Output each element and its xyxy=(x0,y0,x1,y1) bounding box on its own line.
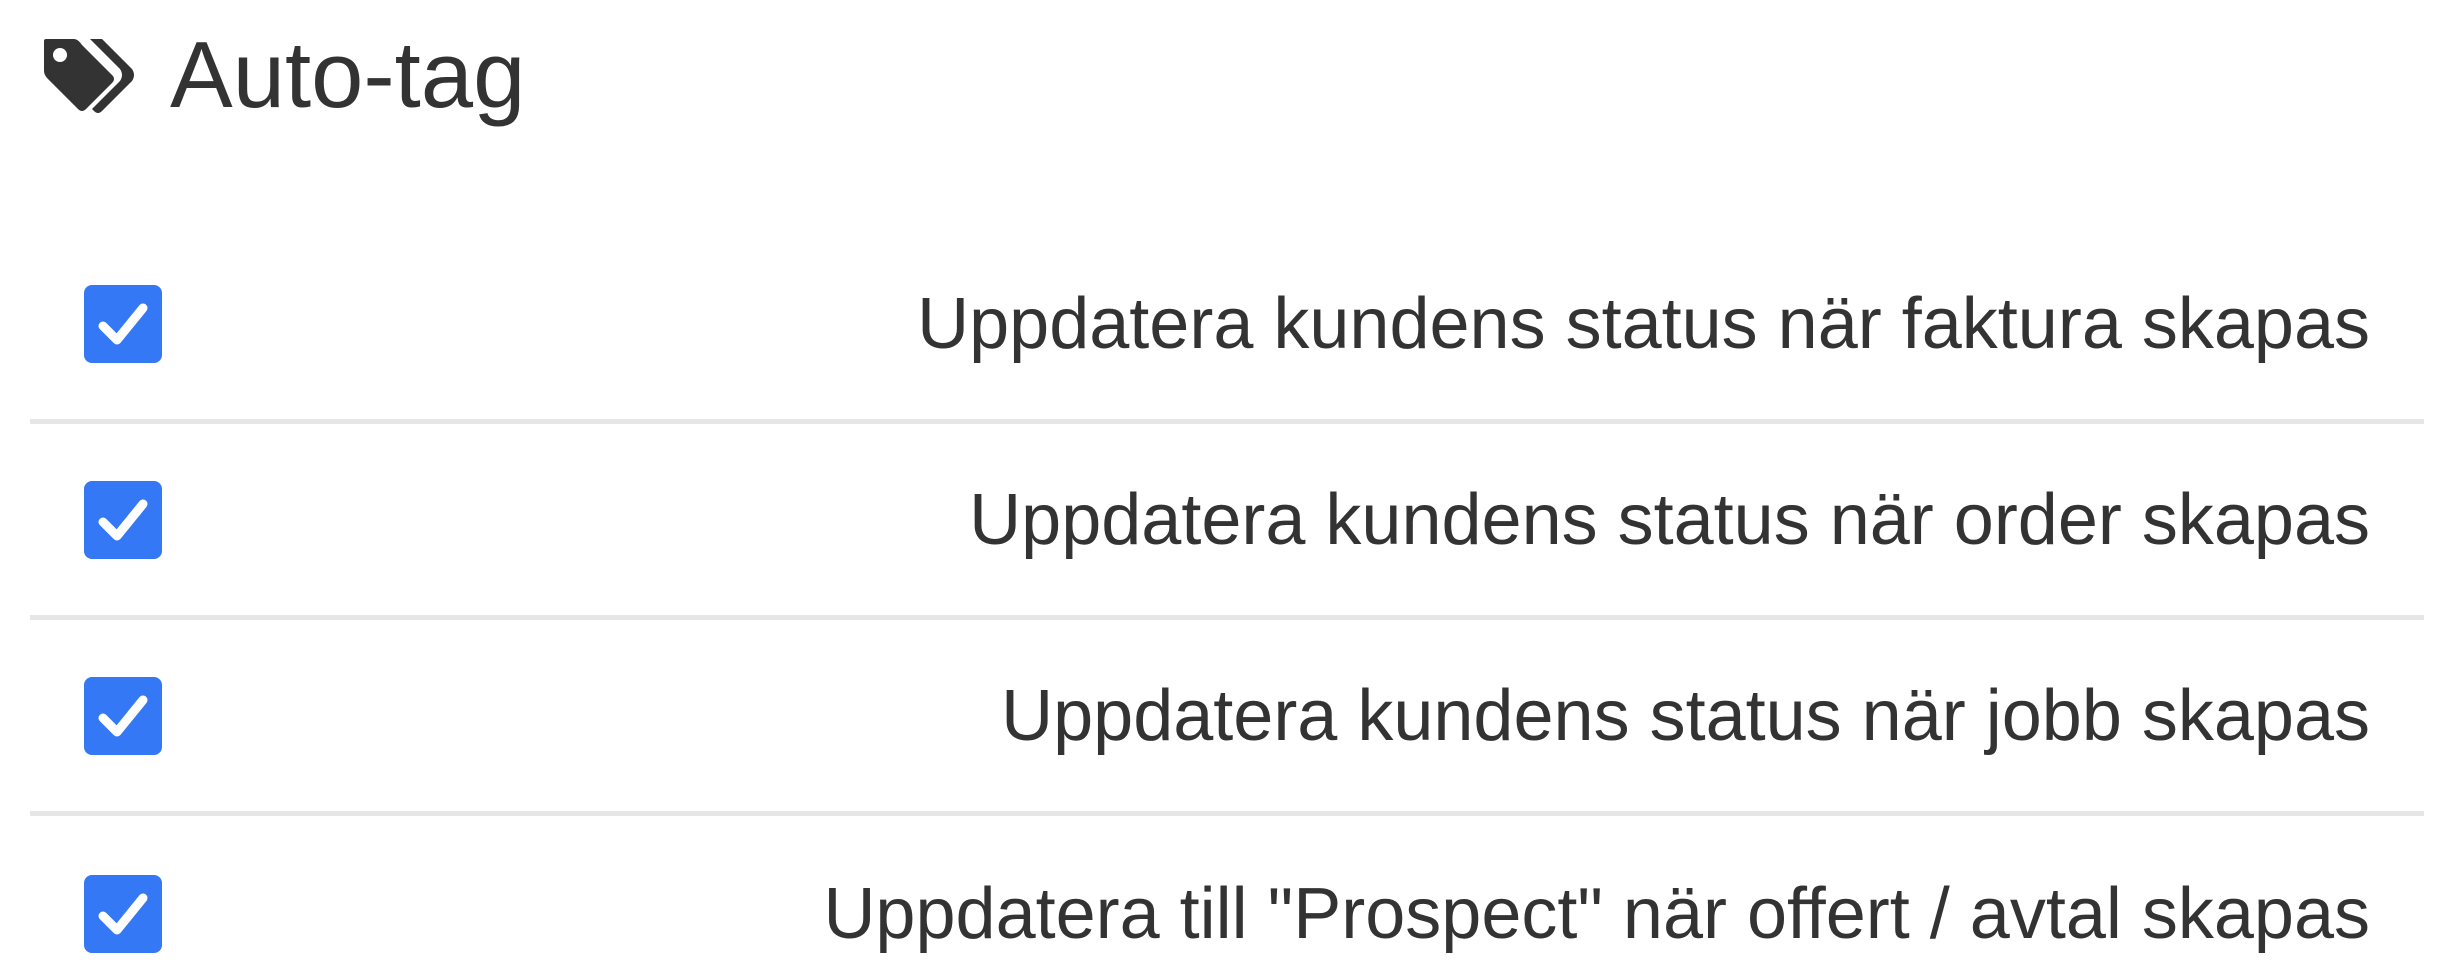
option-row-prospect: Uppdatera till "Prospect" när offert / a… xyxy=(30,816,2424,980)
checkmark-icon xyxy=(98,893,148,935)
auto-tag-panel: Auto-tag Uppdatera kundens status när fa… xyxy=(0,0,2462,980)
invoice-status-checkbox[interactable] xyxy=(84,284,162,363)
checkmark-icon xyxy=(98,695,148,736)
option-row-invoice: Uppdatera kundens status när faktura ska… xyxy=(30,228,2424,424)
order-status-checkbox[interactable] xyxy=(84,480,162,559)
option-label: Uppdatera kundens status när jobb skapas xyxy=(1001,675,2370,756)
panel-header: Auto-tag xyxy=(40,20,525,130)
option-row-order: Uppdatera kundens status när order skapa… xyxy=(30,424,2424,620)
checkmark-icon xyxy=(98,303,148,344)
option-label: Uppdatera kundens status när faktura ska… xyxy=(917,283,2370,364)
page-title: Auto-tag xyxy=(170,22,526,127)
option-label: Uppdatera till "Prospect" när offert / a… xyxy=(823,874,2370,954)
option-row-job: Uppdatera kundens status när jobb skapas xyxy=(30,620,2424,816)
option-label: Uppdatera kundens status när order skapa… xyxy=(969,479,2370,560)
job-status-checkbox[interactable] xyxy=(84,676,162,755)
prospect-status-checkbox[interactable] xyxy=(84,875,162,953)
tags-icon xyxy=(40,33,136,117)
options-list: Uppdatera kundens status när faktura ska… xyxy=(30,228,2424,980)
checkmark-icon xyxy=(98,499,148,540)
